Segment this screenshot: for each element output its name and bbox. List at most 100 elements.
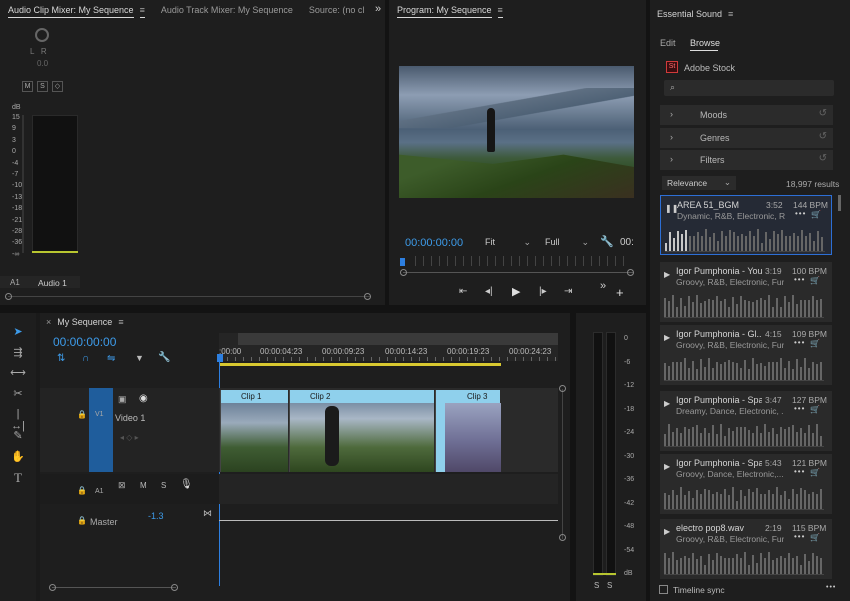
track-card[interactable]: ▶ Igor Pumphonia - Spa... 5:43 121 BPM Groov… (660, 454, 832, 514)
resolution-dropdown[interactable]: Full ⌄ (545, 237, 589, 247)
tab-audio-track-mixer[interactable]: Audio Track Mixer: My Sequence (153, 5, 301, 15)
sync-lock-icon[interactable]: ⊠ (118, 480, 126, 491)
overflow-icon[interactable]: » (600, 280, 606, 292)
more-options-icon[interactable]: ••• (794, 338, 805, 347)
scrollbar[interactable] (8, 296, 370, 297)
scroll-handle-left[interactable] (400, 269, 407, 276)
cart-icon[interactable]: 🛒 (810, 405, 820, 414)
waveform[interactable] (665, 228, 825, 252)
eye-icon[interactable]: ◉ (139, 393, 148, 404)
more-options-icon[interactable]: ••• (795, 209, 806, 218)
timeline-timecode[interactable]: 00:00:00:00 (53, 335, 116, 349)
more-options-icon[interactable]: ••• (794, 467, 805, 476)
step-forward-icon[interactable]: |▸ (539, 286, 547, 297)
track-card[interactable]: ❚❚ AREA 51_BGM 3:52 144 BPM Dynamic, R&B, El… (660, 195, 832, 255)
scroll-handle-right[interactable] (364, 293, 371, 300)
track-select-icon[interactable]: ⇶ (10, 346, 26, 362)
filter-filters[interactable]: › Filters ↺ (660, 150, 833, 170)
pan-knob[interactable] (35, 28, 49, 42)
wrench-icon[interactable]: 🔧 (600, 235, 614, 248)
tab-program[interactable]: Program: My Sequence ≡ (389, 5, 511, 18)
tab-edit[interactable]: Edit (660, 38, 676, 48)
mute-button[interactable]: M (140, 481, 147, 490)
clip-3[interactable]: Clip 3 (435, 390, 501, 472)
lock-icon[interactable]: 🔒 (77, 410, 87, 419)
sort-dropdown[interactable]: Relevance ⌄ (662, 176, 736, 190)
tab-source[interactable]: Source: (no cl (301, 5, 373, 15)
clip-2[interactable]: Clip 2 (289, 390, 434, 472)
waveform[interactable] (664, 294, 824, 318)
cart-icon[interactable]: 🛒 (810, 276, 820, 285)
h-scroll-track[interactable] (52, 587, 176, 588)
more-options-icon[interactable]: ••• (794, 275, 805, 284)
keyframe-nav-icon[interactable]: ◂ ◇ ▸ (120, 433, 139, 442)
solo-button[interactable]: S (37, 81, 48, 92)
mark-out-icon[interactable]: ⇥ (564, 286, 572, 297)
scrollbar-thumb[interactable] (838, 195, 841, 211)
linked-selection-icon[interactable]: ⇋ (107, 353, 115, 364)
scroll-handle-left[interactable] (5, 293, 12, 300)
type-tool-icon[interactable]: T (10, 470, 26, 486)
track-card[interactable]: ▶ Igor Pumphonia - Spa... 3:47 127 BPM Dream… (660, 391, 832, 451)
waveform[interactable] (664, 423, 824, 447)
program-scrollbar[interactable] (403, 272, 633, 273)
scroll-handle-right[interactable] (627, 269, 634, 276)
cart-icon[interactable]: 🛒 (810, 468, 820, 477)
camera-icon[interactable]: ▣ (118, 394, 127, 405)
playhead-head[interactable] (217, 354, 223, 362)
snap-icon[interactable]: ∩ (82, 353, 89, 364)
reset-icon[interactable]: ↺ (819, 108, 827, 119)
reset-icon[interactable]: ↺ (819, 131, 827, 142)
mark-in-icon[interactable]: ⇤ (459, 286, 467, 297)
work-area-bar[interactable] (219, 363, 501, 366)
go-to-edit-icon[interactable]: ⋈ (203, 508, 212, 519)
clip-1[interactable]: Clip 1 (220, 390, 288, 472)
selection-tool-icon[interactable]: ➤ (10, 325, 26, 341)
track-card[interactable]: ▶ electro pop8.wav 2:19 115 BPM Groovy, R&B,… (660, 519, 832, 579)
pen-icon[interactable]: ✎ (10, 429, 26, 445)
add-button-icon[interactable]: + (616, 285, 624, 300)
tab-audio-clip-mixer[interactable]: Audio Clip Mixer: My Sequence ≡ (0, 5, 153, 18)
cart-icon[interactable]: 🛒 (810, 339, 820, 348)
program-timeline-ruler[interactable] (415, 256, 631, 266)
solo-left-button[interactable]: S (594, 581, 599, 590)
panel-overflow-icon[interactable]: » (375, 3, 381, 15)
master-value[interactable]: -1.3 (148, 511, 164, 521)
fader-track[interactable] (22, 115, 24, 253)
v-scroll-track[interactable] (562, 389, 563, 539)
panel-menu-icon[interactable]: ≡ (139, 5, 145, 18)
cart-icon[interactable]: 🛒 (811, 210, 821, 219)
filter-moods[interactable]: › Moods ↺ (660, 105, 833, 125)
scroll-handle-right[interactable] (171, 584, 178, 591)
program-timecode[interactable]: 00:00:00:00 (405, 237, 463, 249)
reset-icon[interactable]: ↺ (819, 153, 827, 164)
fit-dropdown[interactable]: Fit ⌄ (485, 237, 531, 247)
add-marker-icon[interactable]: ▼ (135, 353, 144, 363)
scroll-handle-left[interactable] (49, 584, 56, 591)
playhead-marker[interactable] (400, 258, 405, 266)
more-options-icon[interactable]: ••• (794, 404, 805, 413)
tab-browse[interactable]: Browse (690, 38, 720, 48)
close-icon[interactable]: × (46, 317, 51, 327)
more-options-icon[interactable]: ••• (794, 532, 805, 541)
panel-menu-icon[interactable]: ≡ (118, 317, 123, 327)
hand-icon[interactable]: ✋ (10, 450, 26, 466)
play-icon[interactable]: ▶ (664, 333, 670, 342)
razor-icon[interactable]: ✂ (10, 387, 26, 403)
cart-icon[interactable]: 🛒 (810, 533, 820, 542)
track-card[interactable]: ▶Igor Pumphonia - Your...3:19100 BPMGroo… (660, 262, 832, 322)
search-input[interactable] (664, 80, 834, 96)
v1-source-patch[interactable] (89, 388, 113, 472)
slip-icon[interactable]: |↔| (10, 408, 26, 432)
keyframe-icon[interactable]: ◇ (52, 81, 63, 92)
play-icon[interactable]: ▶ (664, 270, 670, 279)
scroll-handle-bottom[interactable] (559, 534, 566, 541)
play-icon[interactable]: ▶ (664, 462, 670, 471)
solo-button[interactable]: S (161, 481, 166, 490)
track-card[interactable]: ▶ Igor Pumphonia - Gl... 4:15 109 BPM Groovy… (660, 325, 832, 385)
play-icon[interactable]: ▶ (664, 527, 670, 536)
step-back-icon[interactable]: ◂| (485, 286, 493, 297)
waveform[interactable] (664, 486, 824, 510)
solo-right-button[interactable]: S (607, 581, 612, 590)
panel-menu-icon[interactable]: ≡ (728, 9, 733, 19)
